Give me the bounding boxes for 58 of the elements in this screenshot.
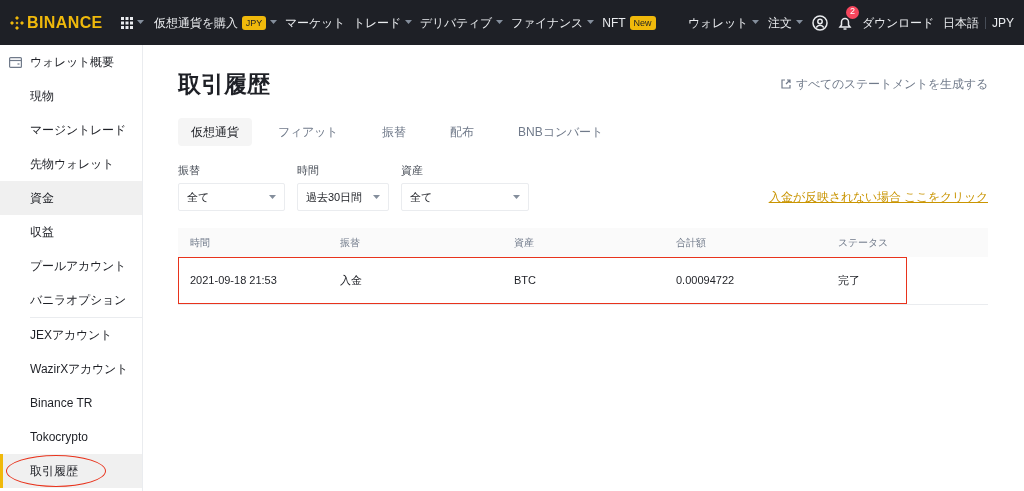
filter-label: 振替 (178, 162, 201, 178)
nav-badge: JPY (241, 15, 267, 30)
caret-icon (496, 20, 504, 25)
tab[interactable]: 配布 (432, 117, 492, 146)
caret-icon (373, 194, 380, 200)
nav-menu-item[interactable]: マーケット (285, 13, 346, 32)
apps-menu-button[interactable] (120, 16, 144, 29)
language-selector[interactable]: 日本語 (943, 13, 979, 32)
sidebar-header[interactable]: ウォレット概要 (0, 50, 142, 74)
column-header: ステータス (838, 236, 889, 250)
sidebar-item[interactable]: 資金 (0, 181, 142, 215)
column-header: 時間 (190, 236, 211, 250)
tab[interactable]: フィアット (260, 117, 356, 146)
caret-icon (587, 20, 595, 25)
caret-icon (269, 194, 276, 200)
nav-menu-item[interactable]: デリバティブ (420, 13, 504, 32)
caret-icon (752, 20, 759, 25)
nav-menu-item[interactable]: NFT New (602, 13, 656, 32)
filter-label: 資産 (401, 162, 424, 178)
caret-icon (796, 20, 803, 25)
sidebar-item[interactable]: 取引履歴 (0, 454, 142, 488)
filter-select[interactable]: 過去30日間 (297, 183, 389, 211)
tab[interactable]: 仮想通貨 (178, 117, 252, 146)
notification-badge: 2 (846, 5, 859, 19)
nav-menu-item[interactable]: 注文 (768, 13, 803, 32)
table-cell-text: 2021-09-18 21:53 (190, 273, 278, 289)
table-cell-text: BTC (514, 273, 537, 289)
page-title: 取引履歴 (178, 70, 270, 99)
table-cell-text: 0.00094722 (676, 273, 736, 289)
account-button[interactable] (812, 14, 828, 31)
table-cell-text: 入金 (340, 273, 363, 289)
statement-link[interactable]: すべてのステートメントを生成する (781, 75, 988, 94)
user-icon (812, 14, 828, 31)
logo-text[interactable]: BINANCE (27, 10, 103, 35)
caret-icon (513, 194, 520, 200)
nav-menu-item[interactable]: ファイナンス (511, 13, 595, 32)
caret-icon (405, 20, 413, 25)
logo-icon (10, 15, 24, 30)
column-header: 資産 (514, 236, 535, 250)
filter-label: 時間 (297, 162, 320, 178)
grid-icon (120, 16, 133, 29)
nav-menu-item[interactable]: トレード (353, 13, 413, 32)
tab[interactable]: BNBコンバート (500, 117, 621, 146)
table-cell-text: 完了 (838, 273, 861, 289)
tab[interactable]: 振替 (364, 117, 424, 146)
external-link-icon (781, 79, 791, 90)
nav-badge: New (629, 15, 656, 30)
nav-menu-item[interactable]: 仮想通貨を購入 JPY (153, 13, 278, 32)
column-header: 振替 (340, 236, 361, 250)
caret-icon (270, 20, 278, 25)
filter-select[interactable]: 全て (401, 183, 529, 211)
download-link[interactable]: ダウンロード (862, 13, 934, 32)
nav-menu-item[interactable]: ウォレット (688, 13, 759, 32)
column-header: 合計額 (676, 236, 707, 250)
wallet-icon (9, 56, 22, 68)
currency-selector[interactable]: JPY (992, 13, 1014, 32)
caret-icon (136, 20, 144, 25)
filter-select[interactable]: 全て (178, 183, 285, 211)
